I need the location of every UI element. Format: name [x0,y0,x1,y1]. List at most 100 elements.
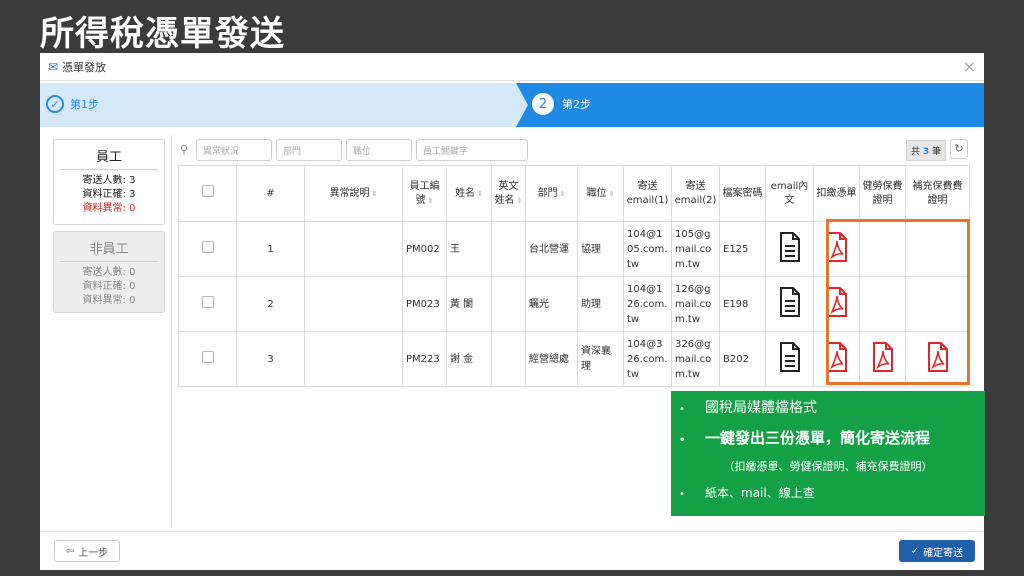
cell-text: 謝 金 [450,353,474,365]
divider [171,135,172,527]
note-line: • 一鍵發出三份憑單，簡化寄送流程 [679,429,931,447]
keyword-filter[interactable]: 員工關鍵字 [416,139,528,161]
id-cell: PM002 [402,221,447,277]
column-header[interactable]: 異常說明 ⇕ [304,165,403,222]
email2-cell: 105@gmail.com.tw [671,221,720,277]
column-header[interactable]: email內文 [765,165,814,222]
supplement-cell[interactable] [905,331,970,387]
count-prefix: 共 [910,147,920,157]
password-cell: B202 [719,331,766,387]
column-label: # [266,187,275,199]
withholding-cell[interactable] [813,276,860,332]
step-2-number: 2 [532,93,554,115]
dept-cell: 台北營運 [525,221,578,277]
cell-text: E125 [723,243,749,255]
password-cell: E125 [719,221,766,277]
row-checkbox[interactable] [201,350,214,363]
pdf-icon[interactable] [826,286,848,320]
cell-text: 1 [267,243,274,255]
column-header[interactable]: 扣繳憑單 [813,165,860,222]
pdf-icon[interactable] [872,341,894,375]
column-label: 員工編號 [409,180,440,206]
cell-text: 資深襄理 [581,346,611,372]
cell-text: 104@126.com.tw [627,283,668,325]
close-icon[interactable]: × [963,57,976,76]
column-header[interactable]: 補充保費費證明 [905,165,970,222]
email-body-cell[interactable] [765,276,814,332]
withholding-cell[interactable] [813,331,860,387]
document-icon[interactable] [779,286,801,320]
column-label: 異常說明 [329,187,370,199]
cell-text: PM023 [406,298,440,310]
column-label: 檔案密碼 [722,187,763,199]
document-icon[interactable] [779,231,801,265]
pdf-icon[interactable] [927,341,949,375]
dialog: ✉ 憑單發放 × ✓ 第1步 2 第2步 員工 寄送人數: 3 資料正確: 3 … [40,53,985,570]
step-1[interactable]: ✓ 第1步 [46,95,99,113]
email2-cell: 126@gmail.com.tw [671,276,720,332]
employee-panel[interactable]: 員工 寄送人數: 3 資料正確: 3 資料異常: 0 [53,139,165,225]
column-header[interactable]: 員工編號 ⇕ [402,165,447,222]
sort-icon: ⇕ [477,189,483,198]
column-header[interactable]: 寄送email(2) [671,165,720,222]
nonemployee-panel[interactable]: 非員工 寄送人數: 0 資料正確: 0 資料異常: 0 [53,231,165,313]
column-header[interactable]: 職位 ⇕ [577,165,624,222]
back-icon: ⇦ [65,545,75,557]
row-checkbox[interactable] [201,295,214,308]
column-header[interactable]: # [236,165,305,222]
footer-divider [40,531,984,532]
department-filter[interactable]: 部門 [276,139,342,161]
pdf-icon[interactable] [826,341,848,375]
table-row: 3 PM223 謝 金 經營總處 資深襄理 104@326.com.tw 326@gmail… [178,331,970,387]
cell-text: 台北營運 [529,243,569,255]
cell-text: 326@gmail.com.tw [675,338,712,380]
previous-step-label: 上一步 [78,547,109,559]
step-2-label: 第2步 [562,98,591,111]
select-cell[interactable] [178,221,237,277]
email-body-cell[interactable] [765,221,814,277]
cell-text: 126@gmail.com.tw [675,283,712,325]
select-cell[interactable] [178,331,237,387]
id-cell: PM223 [402,331,447,387]
nonemployee-panel-title: 非員工 [60,238,158,262]
en-name-cell [491,276,526,332]
cell-text: 黃 闌 [450,298,474,310]
supplement-cell [905,276,970,332]
note-cell [304,276,403,332]
cell-text: 經營總處 [529,353,569,365]
refresh-icon[interactable]: ↻ [950,139,968,159]
column-header[interactable]: 檔案密碼 [719,165,766,222]
select-all-checkbox[interactable] [201,185,214,197]
confirm-send-button[interactable]: ✓ 確定寄送 [899,540,975,562]
cell-text: 王 [450,243,460,255]
slide-title: 所得稅憑單發送 [40,14,285,54]
pdf-icon[interactable] [826,231,848,265]
column-header[interactable]: 英文姓名 ⇕ [491,165,526,222]
title-cell: 助理 [577,276,624,332]
select-all-cell[interactable] [178,165,237,222]
check-icon: ✓ [46,95,64,113]
insurance-cell[interactable] [859,331,906,387]
column-header[interactable]: 健勞保費證明 [859,165,906,222]
previous-step-button[interactable]: ⇦ 上一步 [54,540,120,562]
cell-text: 3 [267,353,274,365]
column-label: 部門 [537,187,558,199]
status-filter[interactable]: 異常狀況 [196,139,272,161]
column-label: 寄送email(2) [674,180,717,206]
confirm-send-label: 確定寄送 [923,547,964,559]
position-filter[interactable]: 職位 [346,139,412,161]
select-cell[interactable] [178,276,237,332]
column-header[interactable]: 姓名 ⇕ [446,165,492,222]
dialog-header: ✉ 憑單發放 [40,53,984,81]
email-body-cell[interactable] [765,331,814,387]
column-label: 健勞保費證明 [862,180,903,206]
column-header[interactable]: 部門 ⇕ [525,165,578,222]
withholding-cell[interactable] [813,221,860,277]
search-icon: ⚲ [180,143,189,156]
employee-error-count: 資料異常: 0 [82,203,136,214]
row-checkbox[interactable] [201,240,214,253]
column-header[interactable]: 寄送email(1) [623,165,672,222]
title-cell: 資深襄理 [577,331,624,387]
document-icon[interactable] [779,341,801,375]
employee-ok-count: 資料正確: 3 [82,189,136,200]
